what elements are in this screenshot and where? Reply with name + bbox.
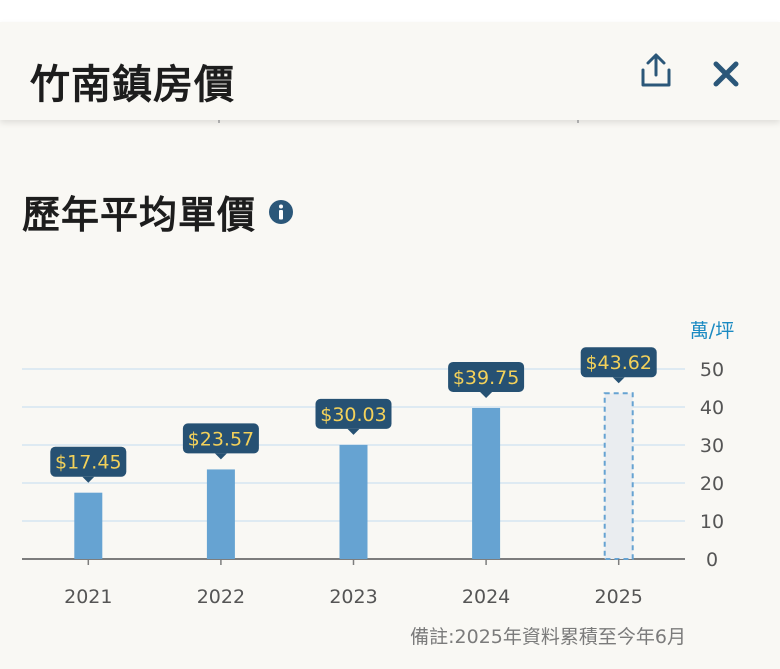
- footnote: 備註:2025年資料累積至今年6月: [410, 626, 686, 648]
- header-bar: 竹南鎮房價: [0, 22, 780, 120]
- y-tick-label: 0: [706, 549, 718, 571]
- y-axis-label: 萬/坪: [690, 320, 734, 342]
- data-label-pointer: [214, 453, 227, 460]
- x-tick-label: 2023: [329, 586, 377, 608]
- close-icon: [713, 61, 739, 87]
- data-label: $30.03: [320, 404, 386, 426]
- data-label: $17.45: [55, 452, 121, 474]
- x-tick-label: 2021: [64, 586, 112, 608]
- x-tick-label: 2024: [462, 586, 510, 608]
- x-tick-label: 2025: [595, 586, 643, 608]
- top-strip: [0, 0, 780, 23]
- y-tick-label: 10: [700, 511, 724, 533]
- y-tick-label: 20: [700, 473, 724, 495]
- bar: [206, 469, 235, 559]
- x-tick-label: 2022: [197, 586, 245, 608]
- y-tick-label: 50: [700, 359, 724, 381]
- data-label-pointer: [82, 476, 95, 483]
- section-title-text: 歷年平均單價: [22, 193, 257, 237]
- y-tick-label: 30: [700, 435, 724, 457]
- bar-projected: [603, 392, 634, 560]
- y-tick-label: 40: [700, 397, 724, 419]
- data-label-pointer: [347, 428, 360, 435]
- data-label: $23.57: [188, 428, 254, 450]
- section-title: 歷年平均單價: [22, 184, 294, 239]
- bar: [339, 444, 368, 559]
- data-label: $39.75: [453, 367, 519, 389]
- share-button[interactable]: [636, 50, 676, 90]
- close-button[interactable]: [706, 54, 746, 94]
- page-title: 竹南鎮房價: [30, 62, 235, 108]
- data-label-pointer: [612, 377, 625, 384]
- bar: [74, 492, 103, 559]
- data-label: $43.62: [585, 352, 651, 374]
- data-label-pointer: [480, 391, 493, 398]
- share-icon: [641, 53, 671, 87]
- bar: [472, 407, 501, 559]
- info-icon[interactable]: [268, 199, 294, 225]
- price-bar-chart: 0 10 20 30 40 50 萬/坪 2021 $17.45 2022 $23.57 2023 $3…: [22, 320, 734, 608]
